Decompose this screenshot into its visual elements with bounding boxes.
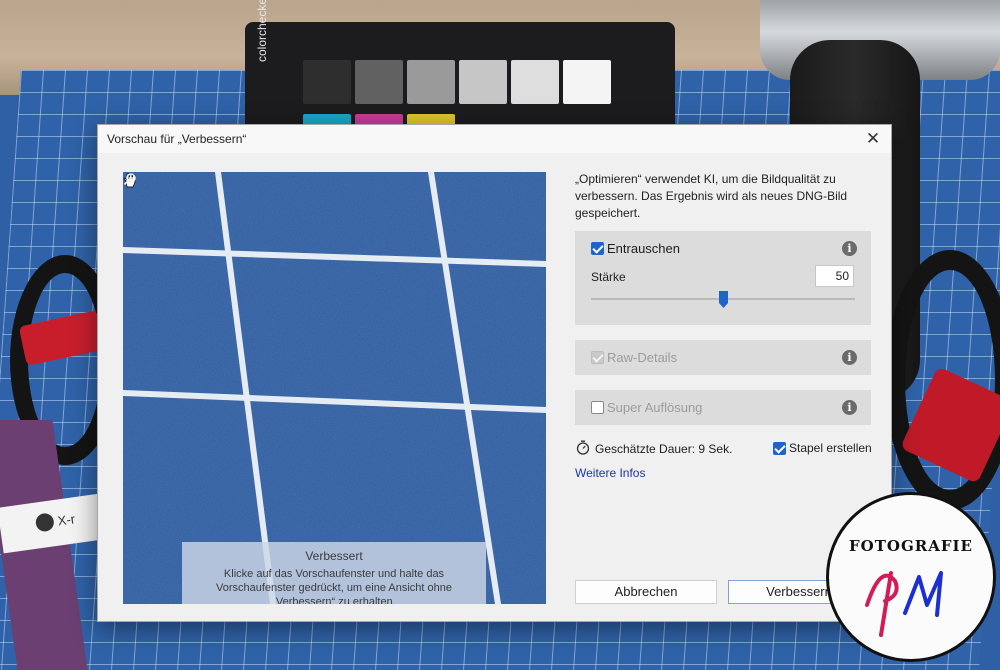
estimated-duration: Geschätzte Dauer: 9 Sek. — [595, 442, 733, 456]
raw-details-panel: Raw-Details i — [575, 340, 871, 375]
denoise-info-icon[interactable]: i — [842, 241, 857, 256]
create-stack-label: Stapel erstellen — [789, 441, 872, 455]
dialog-title: Vorschau für „Verbessern“ — [107, 132, 247, 146]
fotografie-watermark-logo: FOTOGRAFIE — [826, 492, 996, 662]
create-stack-checkbox[interactable] — [773, 442, 786, 455]
gray-patch — [511, 60, 559, 104]
gray-patch — [303, 60, 351, 104]
raw-details-label: Raw-Details — [607, 350, 678, 365]
denoise-panel: Entrauschen i Stärke 50 — [575, 231, 871, 325]
strength-label: Stärke — [591, 270, 626, 284]
preview-image — [123, 172, 546, 604]
ribbon-text: X-r — [56, 511, 76, 529]
enhance-description: „Optimieren“ verwendet KI, um die Bildqu… — [575, 172, 848, 220]
super-resolution-info-icon[interactable]: i — [842, 400, 857, 415]
enhance-preview-dialog: Vorschau für „Verbessern“ ✕ Verbessert K… — [97, 124, 892, 622]
super-resolution-checkbox[interactable] — [591, 401, 604, 414]
xrite-logo-icon — [34, 512, 55, 533]
zoom-out-icon[interactable] — [123, 172, 137, 186]
overlay-title: Verbessert — [305, 549, 363, 563]
dialog-titlebar[interactable]: Vorschau für „Verbessern“ ✕ — [98, 125, 891, 153]
preview-pane[interactable]: Verbessert Klicke auf das Vorschaufenste… — [123, 172, 546, 604]
gray-patch — [355, 60, 403, 104]
super-resolution-label: Super Auflösung — [607, 400, 703, 415]
gray-patch — [563, 60, 611, 104]
pm-signature-icon — [865, 571, 943, 637]
cancel-button[interactable]: Abbrechen — [575, 580, 717, 604]
preview-info-overlay: Verbessert Klicke auf das Vorschaufenste… — [182, 542, 486, 604]
gray-patch — [459, 60, 507, 104]
raw-details-checkbox[interactable] — [591, 351, 604, 364]
overlay-text: Klicke auf das Vorschaufenster und halte… — [215, 568, 453, 604]
strength-slider-thumb[interactable] — [718, 291, 728, 308]
color-checker-brand: colorchecker — [255, 0, 269, 62]
gray-patch — [407, 60, 455, 104]
denoise-checkbox[interactable] — [591, 242, 604, 255]
raw-details-info-icon[interactable]: i — [842, 350, 857, 365]
strength-input[interactable]: 50 — [815, 265, 854, 287]
close-button[interactable]: ✕ — [859, 127, 887, 151]
denoise-label: Entrauschen — [607, 241, 680, 256]
super-resolution-panel: Super Auflösung i — [575, 390, 871, 425]
stopwatch-icon — [576, 440, 590, 455]
more-info-link[interactable]: Weitere Infos — [575, 466, 645, 480]
